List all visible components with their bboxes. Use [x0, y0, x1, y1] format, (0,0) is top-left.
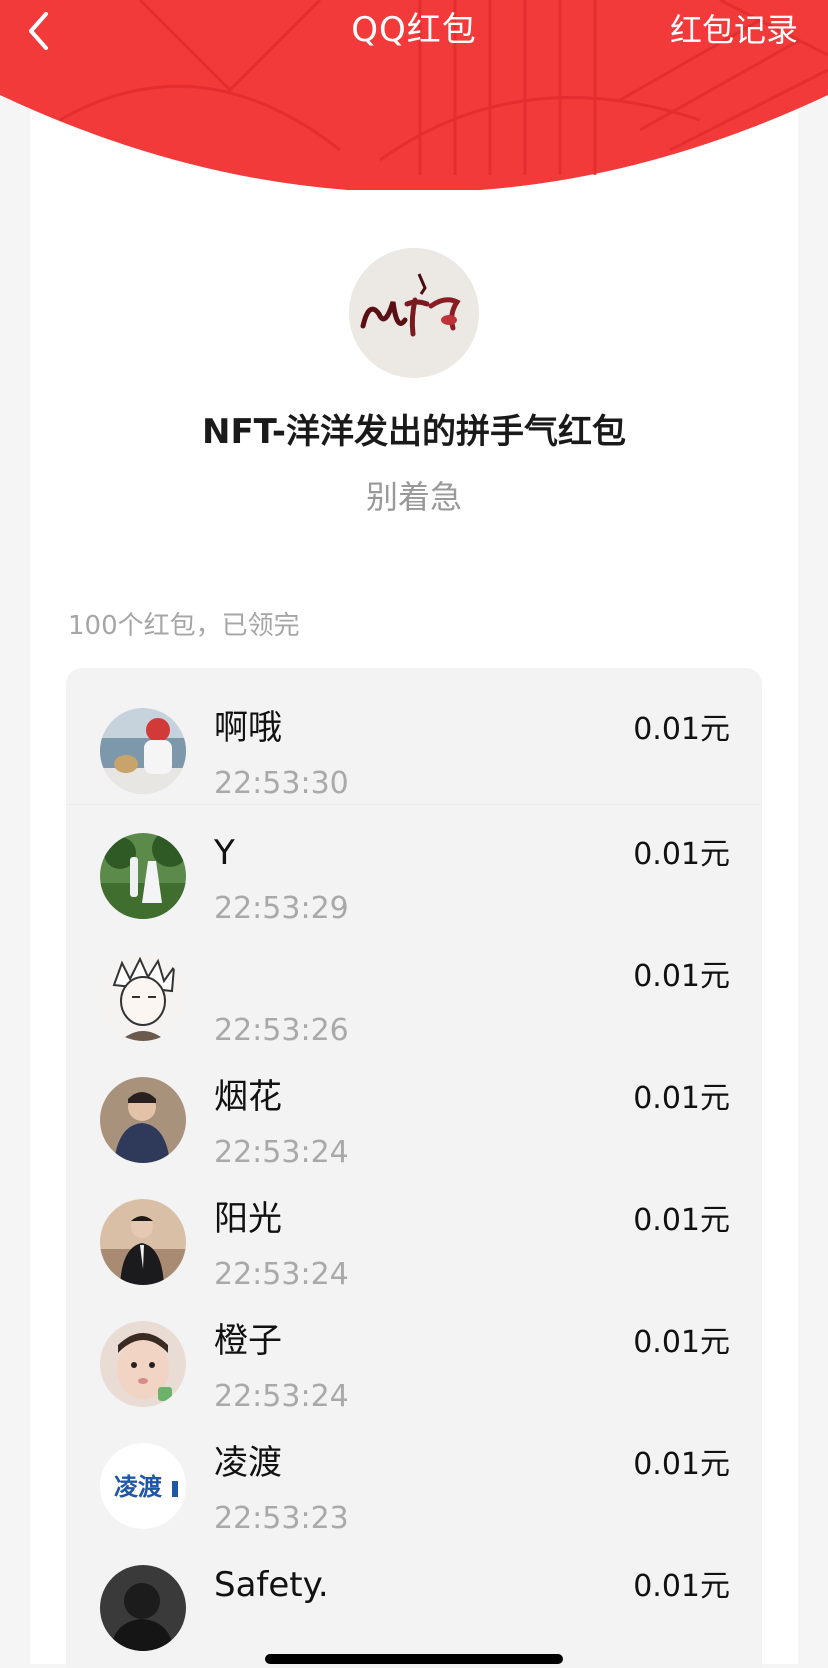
recipient-name: 啊哦: [214, 708, 282, 748]
recipient-time: 22:53:30: [214, 766, 349, 801]
recipient-amount: 0.01元: [633, 1325, 730, 1360]
avatar-photo-image: [100, 1565, 186, 1651]
recipient-row[interactable]: 凌渡 凌渡 22:53:23 0.01元: [66, 1415, 762, 1537]
recipient-row[interactable]: Y 22:53:29 0.01元: [66, 805, 762, 927]
recipient-time: 22:53:24: [214, 1135, 349, 1170]
recipient-name: 橙子: [214, 1321, 282, 1361]
avatar[interactable]: [100, 1199, 186, 1285]
avatar[interactable]: [100, 833, 186, 919]
recipient-amount: 0.01元: [633, 959, 730, 994]
sender-avatar[interactable]: [349, 248, 479, 378]
recipient-amount: 0.01元: [633, 1081, 730, 1116]
recipient-time: 22:53:29: [214, 891, 349, 926]
avatar[interactable]: 凌渡: [100, 1443, 186, 1529]
recipient-name: 阳光: [214, 1199, 282, 1239]
recipient-amount: 0.01元: [633, 1203, 730, 1238]
recipient-name: 烟花: [214, 1077, 282, 1117]
recipient-row[interactable]: 橙子 22:53:24 0.01元: [66, 1293, 762, 1415]
recipient-amount: 0.01元: [633, 1569, 730, 1604]
recipient-amount: 0.01元: [633, 712, 730, 747]
avatar[interactable]: [100, 1565, 186, 1651]
recipient-time: 22:53:24: [214, 1379, 349, 1414]
recipient-time: 22:53:26: [214, 1013, 349, 1048]
recipient-amount: 0.01元: [633, 1447, 730, 1482]
red-packet-title: NFT-洋洋发出的拼手气红包: [202, 412, 626, 452]
recipient-row[interactable]: 22:53:26 0.01元: [66, 927, 762, 1049]
avatar-anime-image: [100, 955, 186, 1041]
recipient-name: Y: [214, 833, 235, 873]
top-header: QQ红包 红包记录: [0, 0, 828, 190]
recipient-row[interactable]: 烟花 22:53:24 0.01元: [66, 1049, 762, 1171]
avatar-photo-image: [100, 1077, 186, 1163]
recipient-time: 22:53:24: [214, 1257, 349, 1292]
avatar-photo-image: [100, 1199, 186, 1285]
recipient-row[interactable]: Safety. 0.01元: [66, 1537, 762, 1659]
recipient-amount: 0.01元: [633, 837, 730, 872]
red-packet-message: 别着急: [365, 478, 462, 516]
avatar-photo-image: [100, 1321, 186, 1407]
recipient-row[interactable]: 啊哦 22:53:30 0.01元: [66, 668, 762, 805]
home-indicator[interactable]: [265, 1654, 563, 1664]
avatar[interactable]: [100, 708, 186, 794]
recipient-name: Safety.: [214, 1565, 329, 1605]
nft-logo-image: [349, 248, 479, 378]
red-packet-records-link[interactable]: 红包记录: [670, 6, 798, 54]
recipient-list: 啊哦 22:53:30 0.01元 Y 22:53:29 0.01元 22:53…: [66, 668, 762, 1668]
avatar-photo-image: [100, 708, 186, 794]
svg-text:凌渡: 凌渡: [114, 1473, 163, 1501]
red-packet-summary: 100个红包，已领完: [68, 611, 300, 641]
recipient-name: 凌渡: [214, 1443, 282, 1483]
avatar-photo-image: [100, 833, 186, 919]
avatar[interactable]: [100, 1077, 186, 1163]
avatar[interactable]: [100, 955, 186, 1041]
recipient-row[interactable]: 阳光 22:53:24 0.01元: [66, 1171, 762, 1293]
recipient-time: 22:53:23: [214, 1501, 349, 1536]
avatar[interactable]: [100, 1321, 186, 1407]
avatar-logo-image: 凌渡: [100, 1443, 186, 1529]
